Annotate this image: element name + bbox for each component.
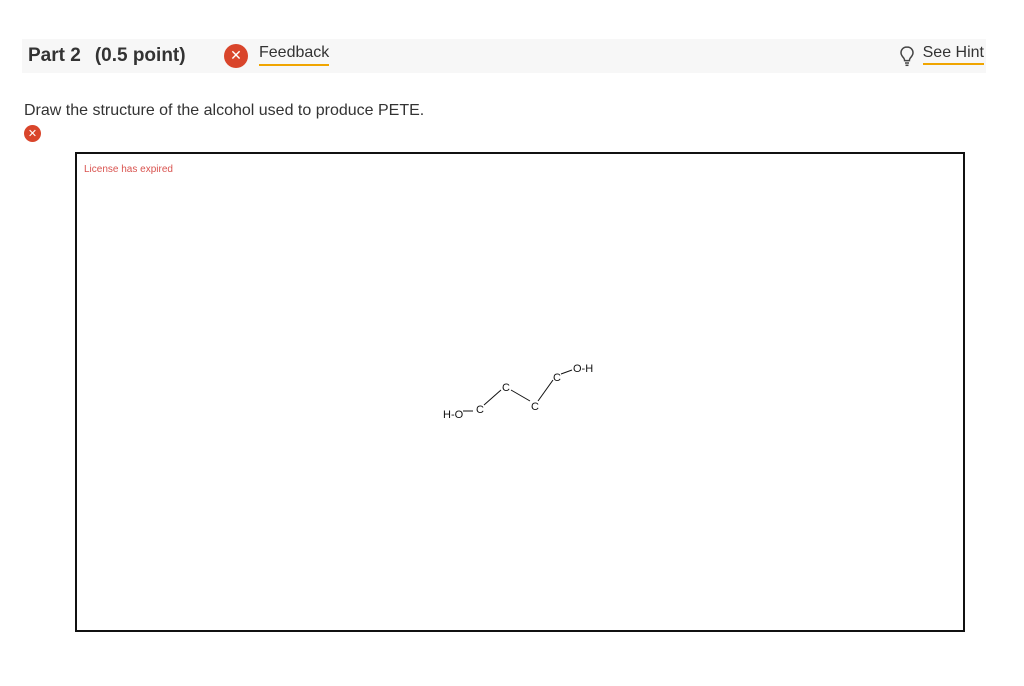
atom-label: C: [502, 382, 510, 394]
part-header: Part 2 (0.5 point) ✕ Feedback See Hint: [22, 39, 986, 73]
atom-label: C: [476, 404, 484, 416]
question-prompt: Draw the structure of the alcohol used t…: [24, 102, 425, 119]
atom-label: O-H: [573, 363, 593, 375]
incorrect-icon: ✕: [24, 125, 41, 142]
part-title: Part 2 (0.5 point): [28, 45, 186, 67]
bond: [537, 379, 554, 402]
bond: [510, 389, 531, 402]
points-label: (0.5 point): [94, 45, 186, 66]
molecule-drawing[interactable]: H-O C C C C O-H: [77, 154, 963, 630]
close-icon: ✕: [224, 44, 248, 68]
atom-label: C: [553, 372, 561, 384]
part-label: Part 2: [28, 45, 81, 66]
bond: [483, 389, 502, 406]
see-hint-button[interactable]: See Hint: [899, 44, 984, 68]
lightbulb-icon: [899, 46, 914, 67]
feedback-link[interactable]: Feedback: [259, 44, 330, 66]
structure-editor[interactable]: License has expired H-O C C C C O-H: [75, 152, 965, 632]
bond: [560, 369, 573, 375]
see-hint-link[interactable]: See Hint: [922, 44, 984, 65]
atom-label: H-O: [443, 409, 464, 421]
atom-label: C: [531, 401, 539, 413]
